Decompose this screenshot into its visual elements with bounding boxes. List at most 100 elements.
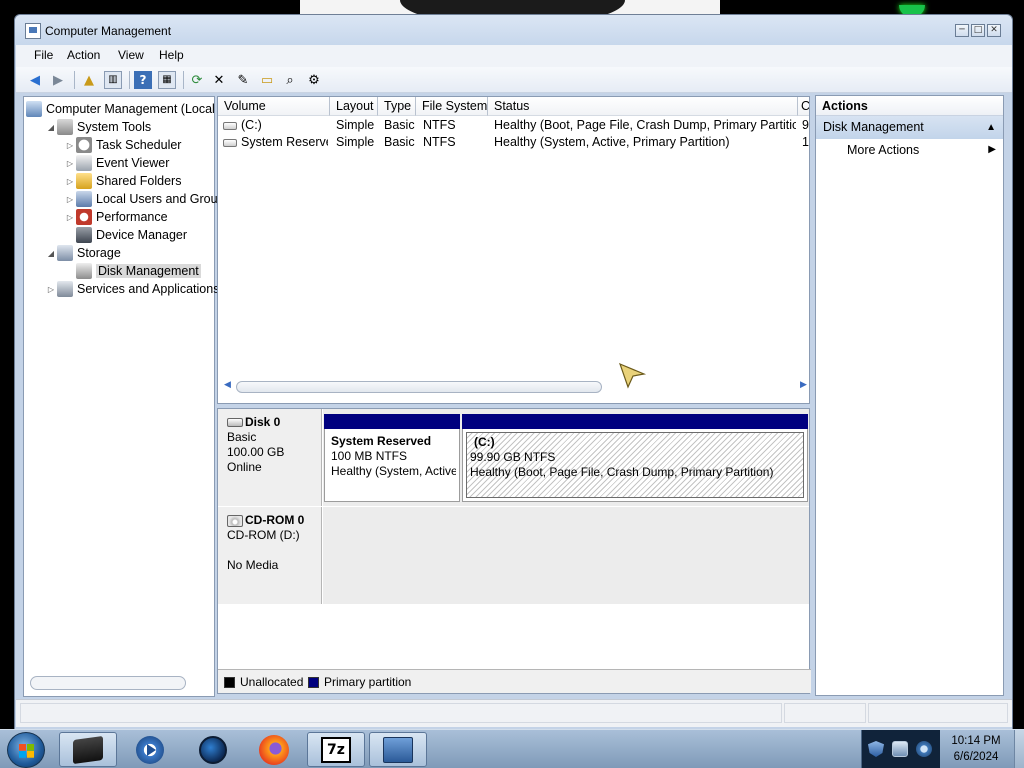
menu-help[interactable]: Help xyxy=(159,48,184,62)
tree-item-label: Device Manager xyxy=(96,228,188,242)
tree-item-label: Performance xyxy=(96,210,168,224)
collapsed-arrow-icon[interactable]: ▷ xyxy=(45,285,57,294)
7zip-icon: 7z xyxy=(321,736,351,763)
start-button[interactable] xyxy=(7,732,45,768)
explorer-icon xyxy=(73,735,103,764)
table-row[interactable]: System Reserved Simple Basic NTFS Health… xyxy=(218,134,809,151)
minimize-button[interactable]: ─ xyxy=(955,24,969,37)
taskbar-browser[interactable] xyxy=(184,732,242,767)
show-hide-action-pane-icon[interactable]: ▦ xyxy=(158,71,176,89)
tree-item[interactable]: ▷ Event Viewer xyxy=(64,154,169,172)
title-bar[interactable]: Computer Management ─ □ ✕ xyxy=(15,15,1012,45)
tree-horizontal-scrollbar[interactable] xyxy=(30,676,186,690)
table-row[interactable]: (C:) Simple Basic NTFS Healthy (Boot, Pa… xyxy=(218,117,809,134)
volume-list-horizontal-scrollbar[interactable]: ◀ ▶ xyxy=(222,379,807,395)
disk-management-icon xyxy=(76,263,92,279)
collapsed-arrow-icon[interactable]: ▷ xyxy=(64,195,76,204)
cd-rom-icon xyxy=(227,514,243,527)
properties-icon[interactable]: ✎ xyxy=(234,71,252,89)
actions-section-disk-management[interactable]: Disk Management ▲ xyxy=(816,116,1003,139)
tree-item[interactable]: Computer Management (Local xyxy=(26,100,215,118)
tree-item[interactable]: Device Manager xyxy=(64,226,187,244)
delete-icon[interactable]: ✕ xyxy=(210,71,228,89)
volume-icon[interactable] xyxy=(916,741,932,757)
computer-management-icon xyxy=(25,23,41,39)
expanded-arrow-icon[interactable]: ◢ xyxy=(45,249,57,258)
tree-item-label: Computer Management (Local xyxy=(46,102,215,116)
forward-icon[interactable]: ▶ xyxy=(49,71,67,89)
taskbar-explorer[interactable] xyxy=(59,732,117,767)
taskbar-7zip[interactable]: 7z xyxy=(307,732,365,767)
tree-item[interactable]: ▷ Task Scheduler xyxy=(64,136,181,154)
menu-file[interactable]: File xyxy=(34,48,53,62)
scrollbar-thumb[interactable] xyxy=(236,381,602,393)
cdrom-0-info[interactable]: CD-ROM 0 CD-ROM (D:) No Media xyxy=(218,507,322,604)
taskbar-firefox[interactable] xyxy=(245,732,303,767)
partition-c-drive[interactable]: (C:) 99.90 GB NTFS Healthy (Boot, Page F… xyxy=(462,414,808,502)
scroll-right-icon[interactable]: ▶ xyxy=(800,380,807,390)
tree-item[interactable]: Disk Management xyxy=(64,262,201,280)
taskbar-computer-management[interactable] xyxy=(369,732,427,767)
close-button[interactable]: ✕ xyxy=(987,24,1001,37)
column-header-volume[interactable]: Volume xyxy=(218,97,330,116)
toolbar-separator xyxy=(183,71,184,89)
disk-0-info[interactable]: Disk 0 Basic 100.00 GB Online xyxy=(218,409,322,506)
help-icon[interactable]: ? xyxy=(134,71,152,89)
column-header-capacity[interactable]: C xyxy=(798,97,809,116)
tree-item[interactable]: ◢ Storage xyxy=(45,244,121,262)
expanded-arrow-icon[interactable]: ◢ xyxy=(45,123,57,132)
back-icon[interactable]: ◀ xyxy=(26,71,44,89)
refresh-icon[interactable]: ⟳ xyxy=(188,71,206,89)
open-folder-icon[interactable]: ▭ xyxy=(258,71,276,89)
settings-icon[interactable]: ⚙ xyxy=(305,71,323,89)
security-shield-icon[interactable] xyxy=(868,741,884,757)
partition-system-reserved[interactable]: System Reserved 100 MB NTFS Healthy (Sys… xyxy=(324,414,460,502)
tree-item[interactable]: ▷ Local Users and Groups xyxy=(64,190,231,208)
search-icon[interactable]: ⌕ xyxy=(281,71,299,89)
tree-item[interactable]: ▷ Performance xyxy=(64,208,168,226)
show-desktop-button[interactable] xyxy=(1014,730,1024,768)
disk-state: No Media xyxy=(227,558,279,572)
partition-details: (C:) 99.90 GB NTFS Healthy (Boot, Page F… xyxy=(466,432,804,498)
tree-item-label: Task Scheduler xyxy=(96,138,182,152)
menu-bar: File Action View Help xyxy=(16,45,1012,67)
maximize-button[interactable]: □ xyxy=(971,24,985,37)
computer-management-window: Computer Management ─ □ ✕ File Action Vi… xyxy=(14,14,1013,730)
tree-item-label: System Tools xyxy=(77,120,152,134)
menu-action[interactable]: Action xyxy=(67,48,100,62)
actions-pane: Actions Disk Management ▲ More Actions ▶ xyxy=(815,95,1004,696)
tree-item[interactable]: ◢ System Tools xyxy=(45,118,151,136)
collapsed-arrow-icon[interactable]: ▷ xyxy=(64,177,76,186)
capacity-cell: 99 xyxy=(802,118,809,132)
collapsed-arrow-icon[interactable]: ▷ xyxy=(64,213,76,222)
submenu-arrow-icon: ▶ xyxy=(988,144,996,155)
partition-details: System Reserved 100 MB NTFS Healthy (Sys… xyxy=(328,432,456,498)
type-cell: Basic xyxy=(384,118,415,132)
menu-view[interactable]: View xyxy=(118,48,144,62)
column-header-file-system[interactable]: File System xyxy=(416,97,488,116)
collapse-icon[interactable]: ▲ xyxy=(986,116,996,139)
taskbar-media-player[interactable] xyxy=(121,732,179,767)
partition-status: Healthy (Boot, Page File, Crash Dump, Pr… xyxy=(470,465,774,479)
windows-logo-icon xyxy=(19,744,34,758)
partition-status: Healthy (System, Active xyxy=(331,464,456,478)
system-clock[interactable]: 10:14 PM 6/6/2024 xyxy=(940,733,1012,765)
up-folder-icon[interactable]: ▲ xyxy=(80,71,98,89)
tree-item[interactable]: ▷ Shared Folders xyxy=(64,172,181,190)
collapsed-arrow-icon[interactable]: ▷ xyxy=(64,159,76,168)
drive-icon xyxy=(223,122,237,130)
network-icon[interactable] xyxy=(892,741,908,757)
tree-item-label: Shared Folders xyxy=(96,174,182,188)
show-hide-tree-icon[interactable]: ▥ xyxy=(104,71,122,89)
tree-item[interactable]: ▷ Services and Applications xyxy=(45,280,219,298)
more-actions-item[interactable]: More Actions ▶ xyxy=(816,139,1003,161)
scroll-left-icon[interactable]: ◀ xyxy=(224,380,231,390)
legend-label: Primary partition xyxy=(324,675,412,689)
disk-name: Disk 0 xyxy=(245,415,281,429)
column-header-layout[interactable]: Layout xyxy=(330,97,378,116)
volume-list: Volume Layout Type File System Status C … xyxy=(217,96,810,404)
hard-disk-icon xyxy=(227,418,243,427)
column-header-type[interactable]: Type xyxy=(378,97,416,116)
collapsed-arrow-icon[interactable]: ▷ xyxy=(64,141,76,150)
column-header-status[interactable]: Status xyxy=(488,97,798,116)
